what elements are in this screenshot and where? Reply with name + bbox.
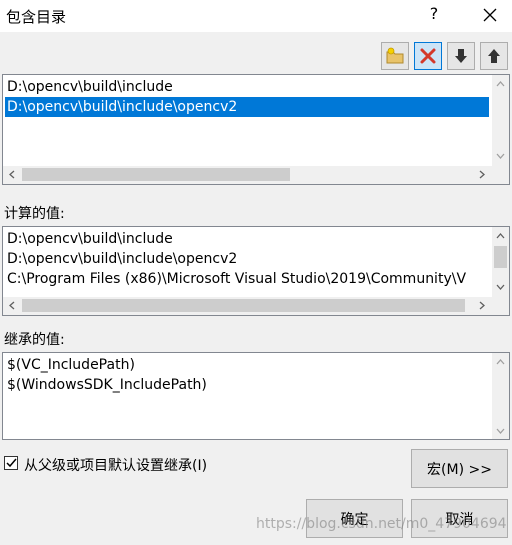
- computed-line: D:\opencv\build\include\opencv2: [7, 251, 238, 267]
- scrollbar-corner: [492, 166, 509, 184]
- move-up-button[interactable]: [480, 42, 508, 70]
- scroll-left-icon[interactable]: [3, 166, 20, 183]
- list-item-selected[interactable]: D:\opencv\build\include\opencv2: [5, 97, 489, 117]
- new-folder-icon: [386, 47, 404, 64]
- scroll-down-icon[interactable]: [492, 147, 509, 164]
- close-button[interactable]: [472, 1, 508, 29]
- scroll-up-icon[interactable]: [492, 353, 509, 370]
- vertical-scrollbar[interactable]: [492, 75, 509, 166]
- checkmark-icon: [5, 458, 17, 468]
- list-item-text: D:\opencv\build\include: [7, 79, 173, 95]
- vertical-scrollbar[interactable]: [492, 353, 509, 439]
- scroll-right-icon[interactable]: [473, 297, 490, 314]
- inherited-line: $(VC_IncludePath): [7, 357, 135, 373]
- inherited-line: $(WindowsSDK_IncludePath): [7, 377, 207, 393]
- delete-line-button[interactable]: [414, 42, 442, 70]
- vertical-scrollbar[interactable]: [492, 227, 509, 297]
- inherited-label: 继承的值:: [4, 332, 65, 348]
- list-item-text: D:\opencv\build\include\opencv2: [7, 99, 238, 115]
- list-item[interactable]: D:\opencv\build\include: [5, 77, 489, 97]
- scroll-down-icon[interactable]: [492, 422, 509, 439]
- close-icon: [483, 8, 497, 22]
- include-dirs-list[interactable]: D:\opencv\build\include D:\opencv\build\…: [2, 74, 510, 185]
- horizontal-scrollbar[interactable]: [3, 166, 492, 184]
- new-line-button[interactable]: [381, 42, 409, 70]
- dialog-title: 包含目录: [6, 8, 67, 26]
- inherit-checkbox[interactable]: [4, 456, 18, 470]
- computed-line: D:\opencv\build\include: [7, 231, 173, 247]
- inherited-values-box: $(VC_IncludePath) $(WindowsSDK_IncludePa…: [2, 352, 510, 440]
- horizontal-scrollbar[interactable]: [3, 297, 492, 315]
- scroll-thumb[interactable]: [22, 299, 465, 312]
- computed-line: C:\Program Files (x86)\Microsoft Visual …: [7, 271, 467, 287]
- arrow-up-icon: [488, 49, 500, 63]
- scroll-thumb[interactable]: [494, 246, 507, 268]
- macro-button[interactable]: 宏(M) >>: [411, 449, 508, 488]
- scroll-left-icon[interactable]: [3, 297, 20, 314]
- scroll-up-icon[interactable]: [492, 75, 509, 92]
- computed-label: 计算的值:: [4, 206, 65, 222]
- scroll-right-icon[interactable]: [473, 166, 490, 183]
- scroll-down-icon[interactable]: [492, 278, 509, 295]
- watermark-text: https://blog.csdn.net/m0_47904694: [256, 516, 507, 532]
- move-down-button[interactable]: [447, 42, 475, 70]
- scrollbar-corner: [492, 297, 509, 315]
- help-button[interactable]: ?: [418, 1, 450, 29]
- delete-icon: [420, 48, 436, 64]
- computed-values-box: D:\opencv\build\include D:\opencv\build\…: [2, 226, 510, 316]
- scroll-thumb[interactable]: [22, 168, 290, 181]
- arrow-down-icon: [455, 49, 467, 63]
- scroll-up-icon[interactable]: [492, 227, 509, 244]
- inherit-checkbox-label[interactable]: 从父级或项目默认设置继承(I): [24, 455, 207, 475]
